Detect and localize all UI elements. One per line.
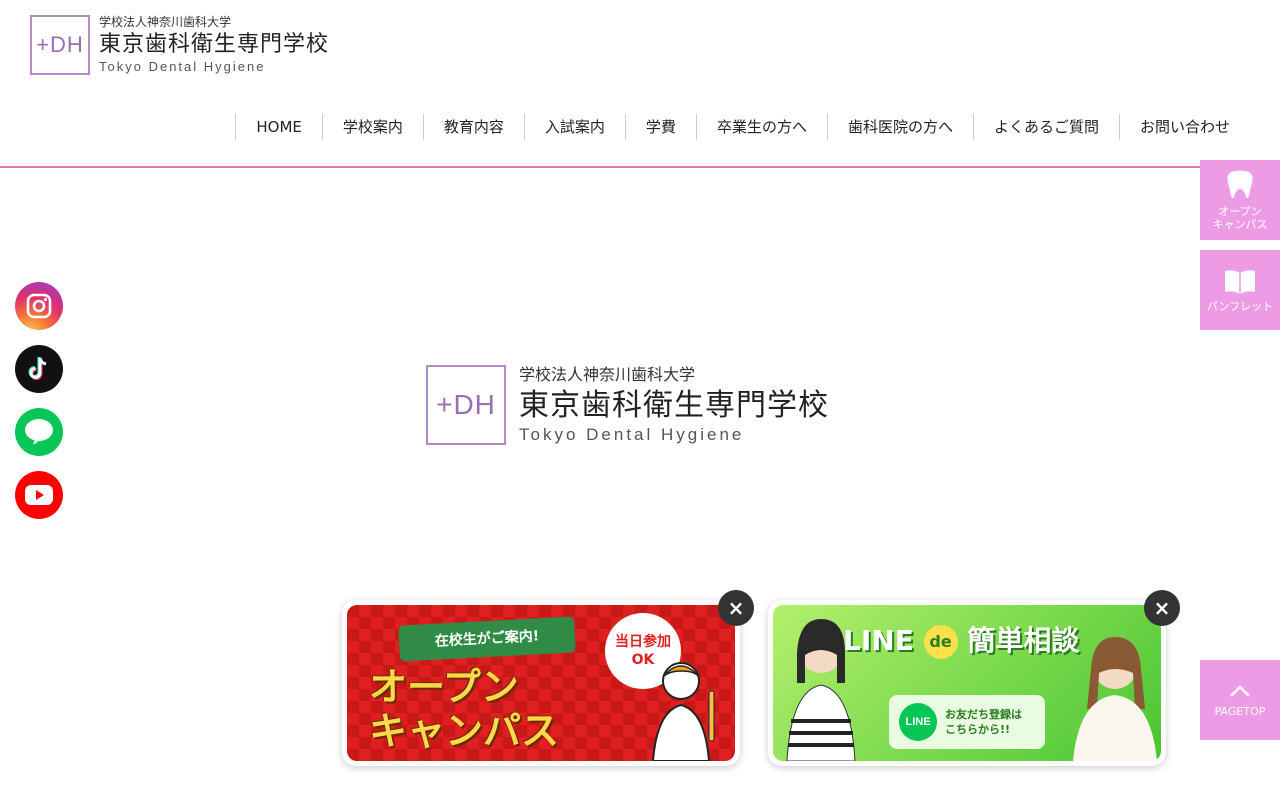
site-logo[interactable]: +DH 学校法人神奈川歯科大学 東京歯科衛生専門学校 Tokyo Dental … (30, 15, 329, 75)
logo-mark: +DH (30, 15, 90, 75)
pagetop-label: PAGETOP (1214, 704, 1266, 718)
pamphlet-tab-label: パンフレット (1206, 299, 1274, 313)
book-icon (1225, 269, 1255, 294)
oc-title: オープン キャンパス (369, 665, 559, 753)
nav-item-tuition[interactable]: 学費 (624, 114, 696, 140)
logo-title: 東京歯科衛生専門学校 (99, 32, 330, 57)
oc-title-line-2: キャンパス (369, 709, 560, 753)
oc-badge-line-1: 当日参加 (615, 634, 671, 650)
tiktok-glyph (28, 357, 47, 380)
nav-item-admissions[interactable]: 入試案内 (523, 114, 625, 140)
hero-logo: +DH 学校法人神奈川歯科大学 東京歯科衛生専門学校 Tokyo Dental … (426, 365, 829, 445)
line-bubble-icon: LINE (899, 703, 937, 741)
instagram-icon[interactable] (15, 282, 63, 330)
logo-subtitle: 学校法人神奈川歯科大学 (99, 15, 232, 29)
oc-ribbon: 在校生がご案内! (398, 616, 576, 662)
global-nav: HOME 学校案内 教育内容 入試案内 学費 卒業生の方へ 歯科医院の方へ よく… (235, 114, 1250, 140)
chevron-up-icon (1230, 684, 1250, 697)
nav-item-clinics[interactable]: 歯科医院の方へ (826, 114, 973, 140)
line-register-line-1: お友だち登録は (945, 708, 1022, 721)
line-title: LINE de 簡単相談 (843, 619, 1079, 659)
open-campus-tab-label-2: キャンパス (1212, 218, 1268, 231)
logo-text: 学校法人神奈川歯科大学 東京歯科衛生専門学校 Tokyo Dental Hygi… (99, 15, 329, 75)
youtube-glyph (25, 485, 53, 505)
logo-english: Tokyo Dental Hygiene (99, 59, 266, 74)
hero-logo-subtitle: 学校法人神奈川歯科大学 (519, 365, 696, 384)
tooth-icon (1227, 170, 1253, 199)
pagetop-button[interactable]: PAGETOP (1200, 660, 1280, 740)
line-title-b: 簡単相談 (967, 624, 1080, 657)
oc-title-line-1: オープン (369, 665, 519, 709)
youtube-icon[interactable] (15, 471, 63, 519)
person-right-illustration (1073, 637, 1157, 761)
close-icon[interactable]: × (1144, 590, 1180, 626)
line-icon[interactable] (15, 408, 63, 456)
tiktok-icon[interactable] (15, 345, 63, 393)
hero-logo-mark: +DH (426, 365, 506, 445)
line-register-text: お友だち登録は こちらから!! (945, 707, 1022, 737)
nav-item-faq[interactable]: よくあるご質問 (972, 114, 1119, 140)
nav-item-school-guide[interactable]: 学校案内 (321, 114, 423, 140)
line-title-a: LINE (843, 624, 914, 657)
student-illustration (651, 662, 715, 761)
nav-item-graduates[interactable]: 卒業生の方へ (695, 114, 827, 140)
site-header: +DH 学校法人神奈川歯科大学 東京歯科衛生専門学校 Tokyo Dental … (0, 0, 1280, 168)
close-icon[interactable]: × (718, 590, 754, 626)
hero-logo-text: 学校法人神奈川歯科大学 東京歯科衛生専門学校 Tokyo Dental Hygi… (519, 365, 829, 445)
open-campus-banner[interactable]: × 在校生がご案内! オープン キャンパス 当日参加 OK (342, 590, 754, 766)
hero-logo-title: 東京歯科衛生専門学校 (519, 388, 829, 423)
nav-item-home[interactable]: HOME (235, 114, 322, 140)
nav-item-education[interactable]: 教育内容 (422, 114, 524, 140)
line-register-box: LINE お友だち登録は こちらから!! (889, 695, 1045, 749)
pamphlet-tab[interactable]: パンフレット (1200, 250, 1280, 330)
page: +DH 学校法人神奈川歯科大学 東京歯科衛生専門学校 Tokyo Dental … (0, 0, 1280, 800)
line-register-line-2: こちらから!! (945, 723, 1011, 736)
nav-item-contact[interactable]: お問い合わせ (1118, 114, 1250, 140)
open-campus-tab-label-1: オープン (1218, 205, 1262, 218)
line-consult-banner[interactable]: × LINE de 簡単相談 LINE お友だち登録は こちらから!! (768, 590, 1180, 766)
open-campus-banner-image: 在校生がご案内! オープン キャンパス 当日参加 OK (347, 605, 735, 761)
open-campus-tab[interactable]: オープン キャンパス (1200, 160, 1280, 240)
hero-logo-english: Tokyo Dental Hygiene (519, 425, 745, 444)
instagram-glyph (26, 293, 52, 319)
line-glyph (25, 419, 53, 445)
line-consult-banner-image: LINE de 簡単相談 LINE お友だち登録は こちらから!! (773, 605, 1161, 761)
line-title-de: de (923, 625, 958, 659)
